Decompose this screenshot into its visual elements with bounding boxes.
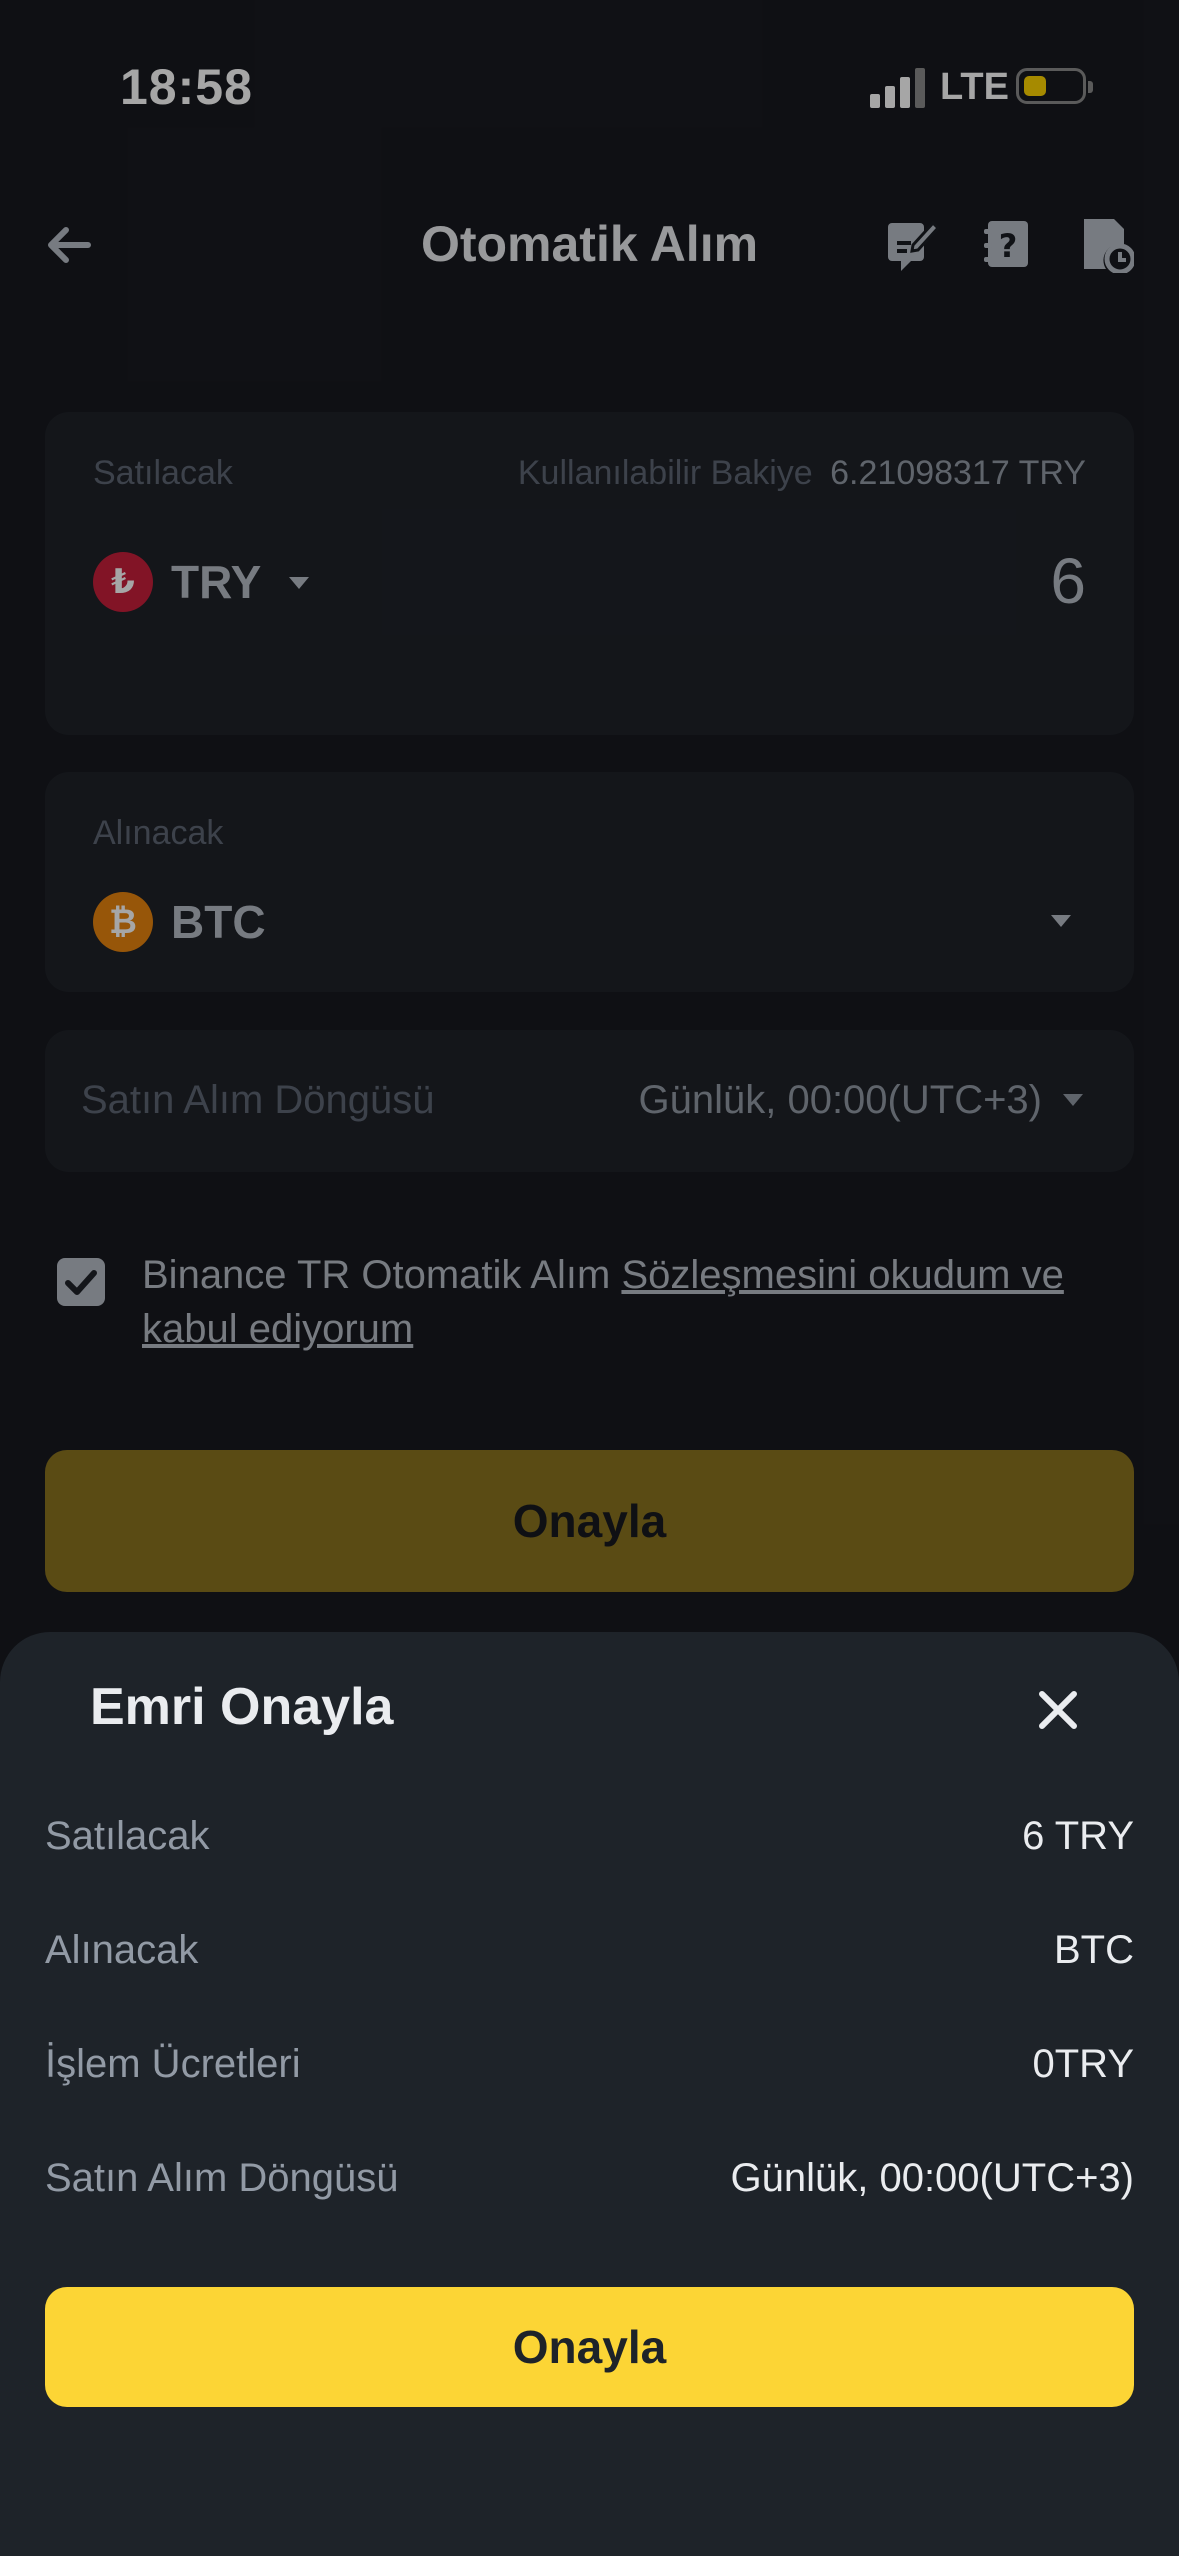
btc-coin-icon: ₿ — [93, 892, 153, 952]
try-coin-icon: ₺ — [93, 552, 153, 612]
sell-amount-input[interactable]: 6 — [1050, 544, 1086, 618]
network-type: LTE — [940, 66, 1009, 108]
summary-sell-label: Satılacak — [45, 1814, 210, 1858]
buy-coin-dropdown-icon[interactable] — [1051, 915, 1071, 927]
close-icon[interactable] — [1030, 1682, 1086, 1738]
summary-sell-value: 6 TRY — [1022, 1814, 1134, 1858]
summary-buy-label: Alınacak — [45, 1928, 199, 1972]
cellular-signal-icon — [870, 68, 926, 108]
sell-coin-dropdown-icon[interactable] — [289, 577, 309, 589]
agreement-text: Binance TR Otomatik Alım Sözleşmesini ok… — [142, 1248, 1132, 1356]
agreement-prefix: Binance TR Otomatik Alım — [142, 1253, 622, 1297]
status-bar: 18:58 LTE — [0, 0, 1179, 175]
summary-cycle-label: Satın Alım Döngüsü — [45, 2156, 399, 2200]
checkmark-icon — [65, 1270, 97, 1295]
balance-label: Kullanılabilir Bakiye — [517, 454, 813, 492]
agreement-link[interactable]: Sözleşmesini okudum ve — [621, 1253, 1063, 1297]
purchase-cycle-value[interactable]: Günlük, 00:00(UTC+3) — [638, 1078, 1042, 1123]
buy-coin-code[interactable]: BTC — [171, 895, 266, 949]
edit-order-icon[interactable] — [885, 215, 939, 273]
purchase-cycle-label: Satın Alım Döngüsü — [81, 1078, 435, 1122]
summary-buy-value: BTC — [1054, 1928, 1134, 1972]
buy-card[interactable]: Alınacak ₿ BTC — [45, 772, 1134, 992]
agreement-link-continued[interactable]: kabul ediyorum — [142, 1307, 413, 1351]
status-time: 18:58 — [120, 59, 253, 115]
sell-label: Satılacak — [93, 454, 233, 492]
order-history-icon[interactable] — [1080, 215, 1134, 273]
auto-buy-screen: 18:58 LTE Otomatik Alım ? Satılacak Kull… — [0, 0, 1179, 2556]
purchase-cycle-card[interactable]: Satın Alım Döngüsü Günlük, 00:00(UTC+3) — [45, 1030, 1134, 1172]
sell-coin-code[interactable]: TRY — [171, 555, 261, 609]
purchase-cycle-dropdown-icon[interactable] — [1063, 1094, 1083, 1106]
sell-card[interactable]: Satılacak Kullanılabilir Bakiye 6.210983… — [45, 412, 1134, 735]
help-guide-icon[interactable]: ? — [982, 215, 1036, 273]
summary-fee-value: 0TRY — [1032, 2042, 1134, 2086]
buy-label: Alınacak — [93, 814, 224, 852]
sheet-confirm-button[interactable]: Onayla — [45, 2287, 1134, 2407]
confirm-order-sheet: Emri Onayla Satılacak 6 TRY Alınacak BTC… — [0, 1632, 1179, 2556]
top-nav: Otomatik Alım ? — [0, 200, 1179, 290]
available-balance: Kullanılabilir Bakiye 6.21098317 TRY — [518, 454, 1086, 493]
agreement-checkbox[interactable] — [57, 1258, 105, 1306]
balance-value: 6.21098317 TRY — [830, 454, 1086, 492]
sheet-title: Emri Onayla — [90, 1678, 394, 1736]
summary-cycle-value: Günlük, 00:00(UTC+3) — [730, 2156, 1134, 2200]
battery-icon — [1016, 68, 1093, 104]
svg-text:?: ? — [999, 227, 1018, 265]
summary-fee-label: İşlem Ücretleri — [45, 2042, 301, 2086]
confirm-button[interactable]: Onayla — [45, 1450, 1134, 1592]
